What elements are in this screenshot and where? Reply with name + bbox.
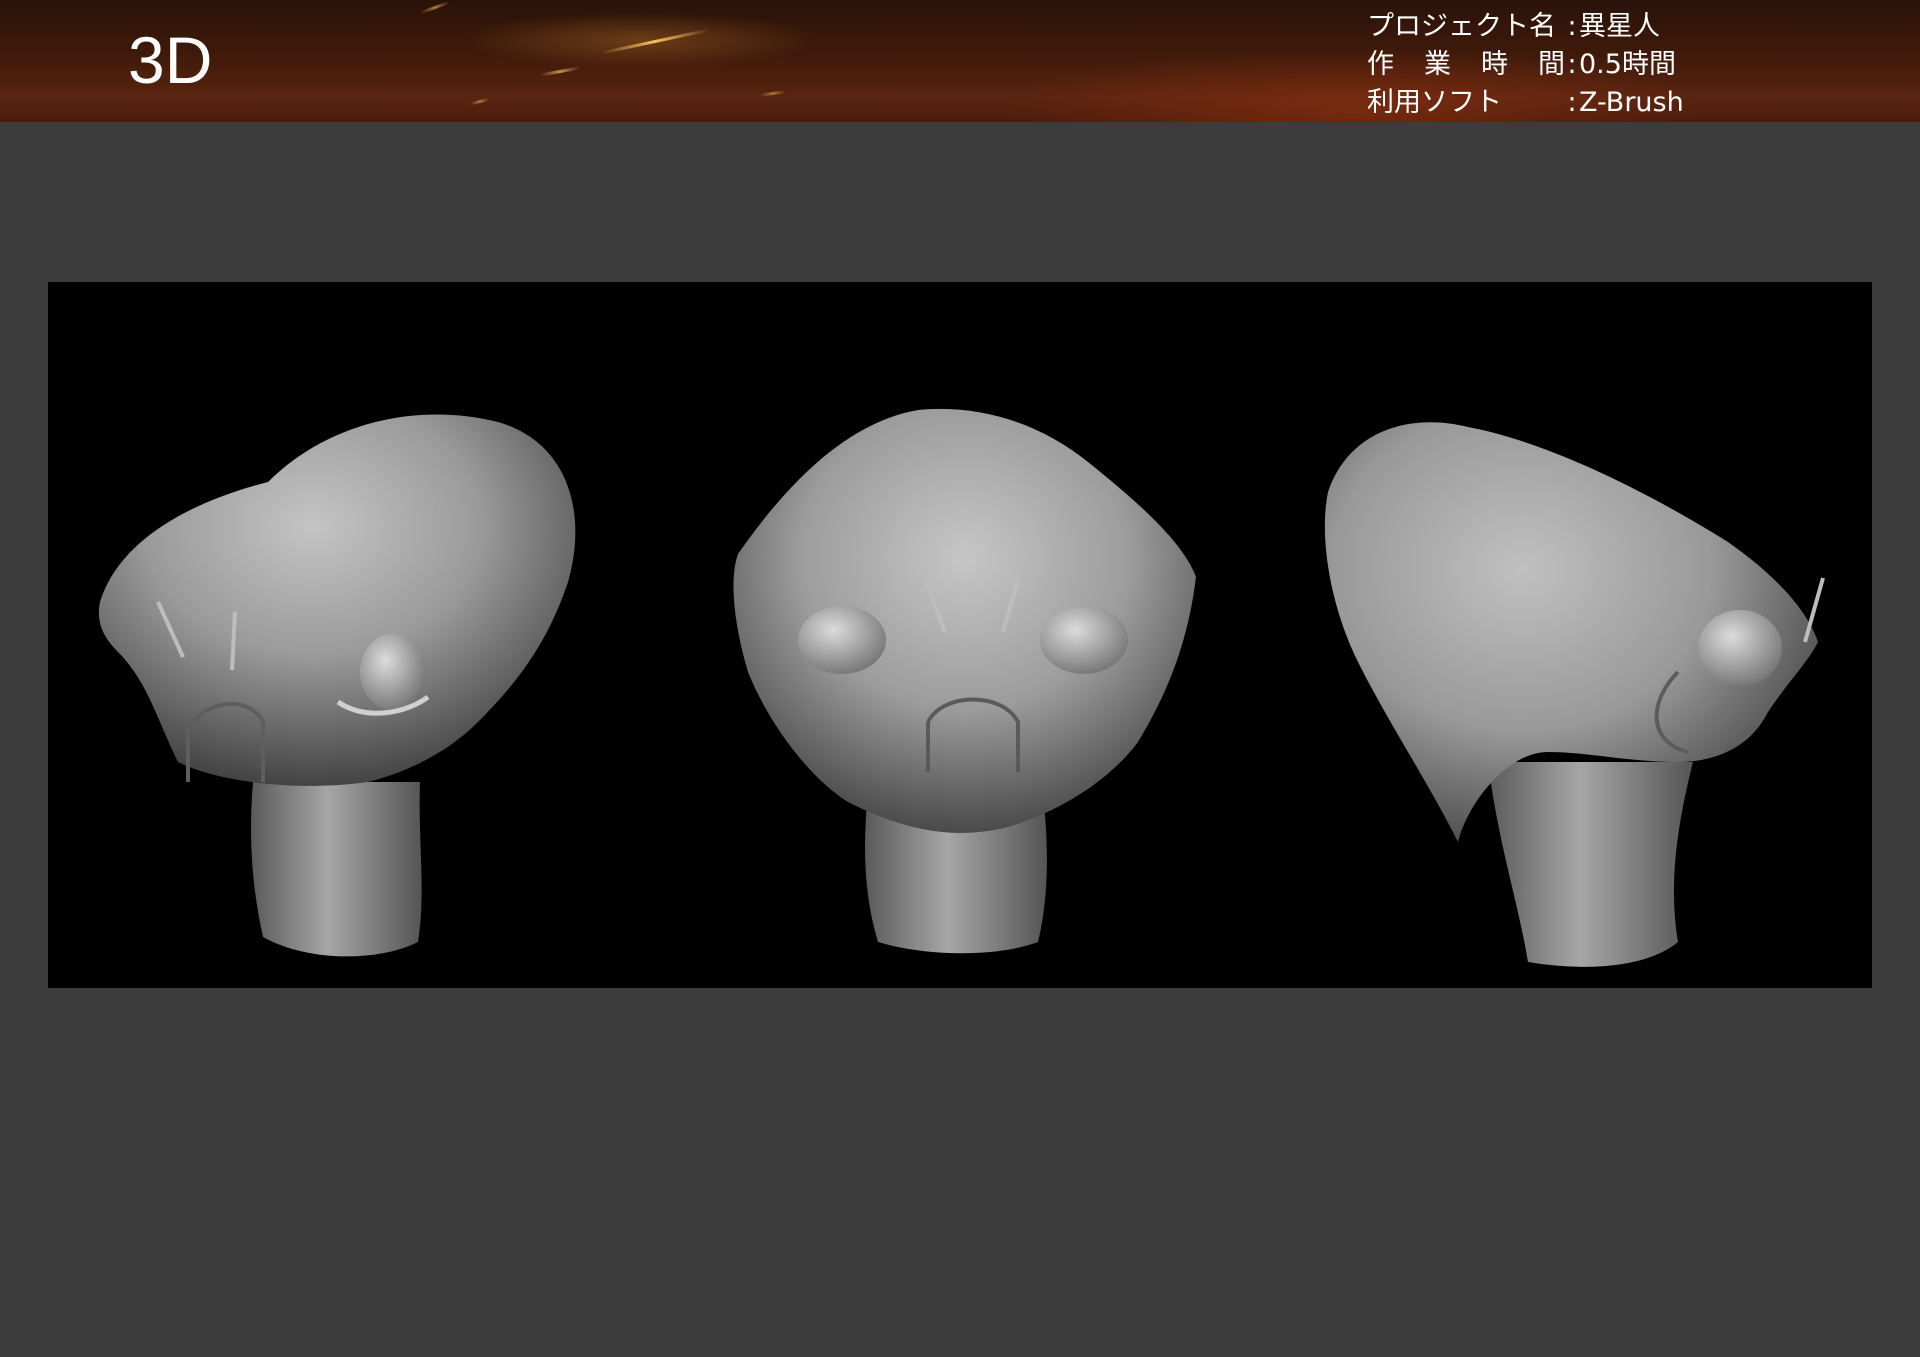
- ember-spark: [420, 0, 450, 15]
- ember-spark: [469, 97, 491, 106]
- right-eye: [1040, 606, 1128, 674]
- ember-spark: [540, 66, 580, 77]
- work-time-value: 0.5時間: [1579, 49, 1676, 80]
- left-eye: [360, 634, 424, 710]
- alien-head-front-view: [733, 408, 1196, 954]
- work-time-separator: :: [1567, 49, 1577, 80]
- project-name-value: 異星人: [1579, 11, 1660, 42]
- software-row: 利用ソフト : Z-Brush: [1367, 84, 1684, 122]
- alien-head-three-quarter-view: [98, 414, 576, 957]
- eye: [1698, 610, 1782, 686]
- work-time-label: 作 業 時 間: [1367, 49, 1565, 80]
- project-info: プロジェクト名 : 異星人 作 業 時 間 : 0.5時間 利用ソフト : Z-…: [1367, 8, 1684, 122]
- software-label: 利用ソフト: [1367, 87, 1502, 118]
- project-name-label: プロジェクト名: [1367, 11, 1556, 42]
- neck-shape: [1488, 762, 1693, 967]
- header-banner: 3D プロジェクト名 : 異星人 作 業 時 間 : 0.5時間 利用ソフト :…: [0, 0, 1920, 122]
- software-value: Z-Brush: [1579, 87, 1684, 118]
- skull-shape: [98, 414, 576, 786]
- project-name-row: プロジェクト名 : 異星人: [1367, 8, 1684, 46]
- alien-head-side-view: [1324, 422, 1825, 967]
- skull-shape: [733, 408, 1196, 833]
- work-time-row: 作 業 時 間 : 0.5時間: [1367, 46, 1684, 84]
- software-separator: :: [1567, 87, 1577, 118]
- neck-shape: [251, 782, 422, 957]
- project-name-separator: :: [1567, 11, 1577, 42]
- ember-spark: [600, 28, 710, 55]
- ember-spark: [759, 90, 787, 97]
- alien-renders: [98, 408, 1825, 967]
- render-viewport: [48, 282, 1872, 988]
- page-title: 3D: [128, 23, 213, 97]
- left-eye: [798, 606, 886, 674]
